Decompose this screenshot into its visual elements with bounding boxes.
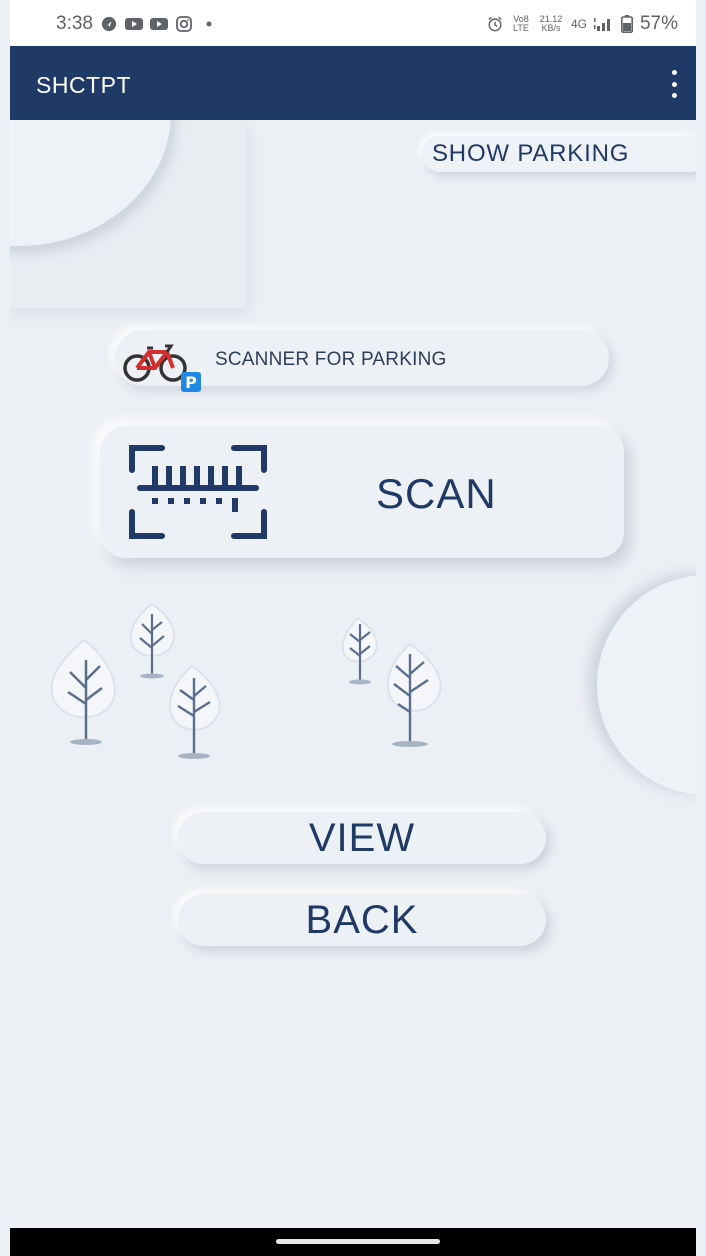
view-button[interactable]: VIEW [178, 812, 546, 864]
data-rate-unit: KB/s [541, 23, 561, 33]
instagram-icon [176, 16, 192, 32]
scan-label: SCAN [376, 470, 497, 517]
phone-screen: 3:38 Vo8 LTE 21.12 KB/s 4G 57% SHCTPT SH… [0, 0, 706, 1256]
alarm-icon [488, 16, 502, 32]
home-gesture-handle[interactable] [276, 1239, 440, 1244]
data-rate: 21.12 KB/s [538, 15, 564, 33]
svg-text:P: P [185, 373, 197, 392]
dot-icon [206, 21, 212, 27]
status-bar: 3:38 Vo8 LTE 21.12 KB/s 4G 57% [10, 0, 696, 46]
scan-button[interactable]: SCAN [100, 426, 624, 558]
more-vert-icon[interactable] [662, 70, 686, 98]
back-button[interactable]: BACK [178, 894, 546, 946]
youtube-icon [149, 18, 168, 30]
battery-icon [620, 15, 633, 33]
app-title: SHCTPT [36, 72, 131, 98]
app-bar: SHCTPT [10, 46, 696, 120]
signal-icon [593, 18, 610, 31]
main-content: SHOW PARKING P SCANNER FOR PARKING SCAN … [10, 120, 696, 1228]
barcode-scan-icon [129, 445, 267, 539]
youtube-icon [124, 18, 143, 30]
bike-parking-icon: P [123, 344, 201, 392]
status-time: 3:38 [56, 13, 93, 34]
battery-percent: 57% [639, 13, 678, 34]
show-parking-button[interactable]: SHOW PARKING [422, 136, 696, 172]
status-left: 3:38 [56, 13, 214, 35]
scanner-for-parking-label: P SCANNER FOR PARKING [115, 330, 609, 392]
navigation-bar [10, 1228, 696, 1256]
navigation-icon [101, 16, 117, 32]
scanner-label-text: SCANNER FOR PARKING [215, 349, 447, 370]
network-label: 4G [570, 17, 587, 31]
decorative-circle [597, 575, 696, 795]
status-right: Vo8 LTE 21.12 KB/s 4G 57% [486, 13, 678, 35]
trees-illustration [50, 602, 442, 759]
volte-label: Vo8 LTE [513, 14, 529, 33]
